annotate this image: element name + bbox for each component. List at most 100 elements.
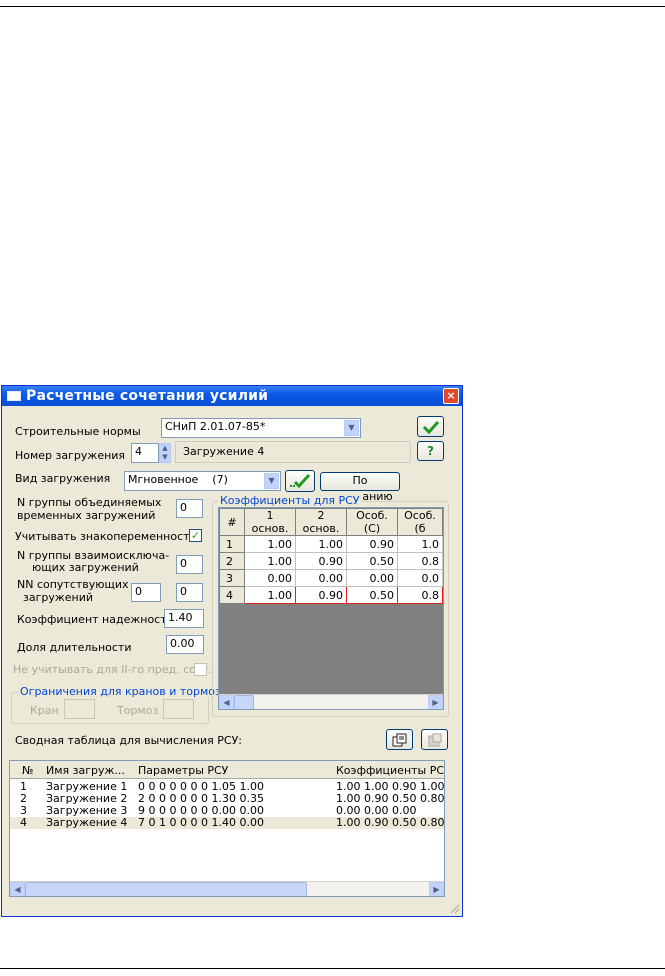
cranes-legend: Ограничения для кранов и тормозов [18,685,237,698]
coef-row-index: 3 [219,569,245,587]
coef-legend: Коэффициенты для РСУ [218,494,362,507]
n-group-label-2: временных загружений [17,509,156,522]
coef-col-3: Особ.(С) [346,508,398,536]
coef-row-selected[interactable]: 4 1.00 0.90 0.50 0.8 [219,586,443,604]
coef-cell[interactable]: 0.90 [295,552,347,570]
resize-grip-icon[interactable] [448,902,460,914]
ok-button[interactable] [417,416,444,437]
chevron-down-icon[interactable]: ▼ [264,473,279,489]
help-button[interactable]: ? [417,441,444,461]
scroll-left-icon[interactable]: ◀ [10,882,25,896]
close-button[interactable]: × [443,388,459,404]
duration-input[interactable]: 0.00 [166,635,204,654]
summary-col-no[interactable]: № [22,764,33,777]
summary-hscrollbar[interactable]: ◀ ▶ [10,881,444,896]
checkmark-icon [422,420,439,435]
sign-label: Учитывать знакопеременность [15,530,197,543]
summary-header: № Имя загруж... Параметры РСУ Коэффициен… [10,761,444,779]
coef-cell[interactable]: 0.0 [397,569,443,587]
default-button[interactable]: По умолчанию [320,472,400,503]
coef-cell[interactable]: 1.0 [397,535,443,553]
reliability-label: Коэффициент надежности [17,613,174,626]
load-no-input[interactable]: 4 [131,443,159,463]
coef-cell[interactable]: 0.50 [346,586,398,604]
norms-label: Строительные нормы [15,425,141,438]
coef-cell[interactable]: 1.00 [295,535,347,553]
norms-value: СНиП 2.01.07-85* [165,420,266,433]
coef-row[interactable]: 2 1.00 0.90 0.50 0.8 [219,552,443,570]
page-bottom-rule [0,968,665,969]
coef-row-index: 1 [219,535,245,553]
coef-cell[interactable]: 0.8 [397,552,443,570]
paste-table-button[interactable] [421,729,448,750]
coef-cell[interactable]: 0.90 [295,586,347,604]
n-group-input[interactable]: 0 [176,499,203,518]
load-kind-value: Мгновенное (7) [128,473,228,486]
list-item-name: Загружение 4 [46,816,128,829]
coef-row-index: 2 [219,552,245,570]
coef-col-1: 1 основ. [244,508,296,536]
summary-col-name[interactable]: Имя загруж... [46,764,125,777]
n-excl-input[interactable]: 0 [176,555,203,574]
list-item-coef: 1.00 0.90 0.50 0.80 [336,816,445,829]
summary-col-coef[interactable]: Коэффициенты РСУ [336,764,444,777]
reliability-input[interactable]: 1.40 [164,609,204,628]
coef-row[interactable]: 3 0.00 0.00 0.00 0.0 [219,569,443,587]
list-item-selected[interactable]: 4 Загружение 4 7 0 1 0 0 0 0 1.40 0.00 1… [10,817,444,829]
brake-input[interactable] [163,699,194,719]
n-group-label-1: N группы объединяемых [17,496,162,509]
apply-check-icon [290,473,311,489]
coef-cell[interactable]: 0.8 [397,586,443,604]
chevron-down-icon[interactable]: ▼ [344,420,359,436]
scroll-right-icon[interactable]: ▶ [429,882,444,896]
coef-row-index: 4 [219,586,245,604]
coef-table: # 1 основ. 2 основ. Особ.(С) Особ.(б 1 1… [219,508,443,604]
sign-checkbox[interactable]: ✓ [189,529,202,542]
list-item-params: 7 0 1 0 0 0 0 1.40 0.00 [138,816,264,829]
coef-cell[interactable]: 1.00 [244,535,296,553]
nn-label-2: загружений [23,591,94,604]
coef-cell[interactable]: 1.00 [244,552,296,570]
copy-icon [392,733,406,747]
load-kind-select[interactable]: Мгновенное (7) ▼ [124,471,281,491]
coef-cell[interactable]: 0.00 [346,569,398,587]
crane-input[interactable] [64,699,95,719]
list-item-no: 4 [20,816,27,829]
coef-grid[interactable]: # 1 основ. 2 основ. Особ.(С) Особ.(б 1 1… [218,507,444,710]
coef-row[interactable]: 1 1.00 1.00 0.90 1.0 [219,535,443,553]
copy-table-button[interactable] [386,729,413,750]
window-title: Расчетные сочетания усилий [26,388,269,404]
ignore-checkbox[interactable] [194,663,207,676]
duration-label: Доля длительности [17,641,132,654]
coef-cell[interactable]: 0.50 [346,552,398,570]
nn-input-2[interactable]: 0 [176,583,203,602]
summary-col-params[interactable]: Параметры РСУ [138,764,228,777]
norms-select[interactable]: СНиП 2.01.07-85* ▼ [161,418,361,438]
coef-hscrollbar[interactable]: ◀ ▶ [219,694,443,709]
scroll-right-icon[interactable]: ▶ [428,695,443,709]
nn-label-1: NN сопутствующих [17,578,129,591]
coef-col-index: # [219,508,245,536]
brake-label: Тормоз [117,704,159,717]
scroll-thumb[interactable] [234,695,254,709]
coef-cell[interactable]: 1.00 [244,586,296,604]
coef-header-row: # 1 основ. 2 основ. Особ.(С) Особ.(б [219,508,443,536]
summary-list[interactable]: № Имя загруж... Параметры РСУ Коэффициен… [9,760,445,897]
load-no-spinner[interactable]: ▲ ▼ [159,443,171,463]
load-kind-label: Вид загружения [15,472,111,485]
coef-cell[interactable]: 0.90 [346,535,398,553]
load-no-label: Номер загружения [15,449,126,462]
scroll-thumb[interactable] [25,882,307,896]
apply-button[interactable] [285,470,315,492]
load-name-field: Загружение 4 [175,441,411,463]
coef-cell[interactable]: 0.00 [244,569,296,587]
nn-input-1[interactable]: 0 [131,583,161,602]
title-bar[interactable]: Расчетные сочетания усилий × [2,386,462,406]
grip-lines [450,904,460,914]
coef-cell[interactable]: 0.00 [295,569,347,587]
coef-col-2: 2 основ. [295,508,347,536]
scroll-left-icon[interactable]: ◀ [219,695,234,709]
load-name: Загружение 4 [183,445,265,458]
page-top-rule [0,6,665,7]
n-excl-label-2: ющих загружений [32,561,139,574]
